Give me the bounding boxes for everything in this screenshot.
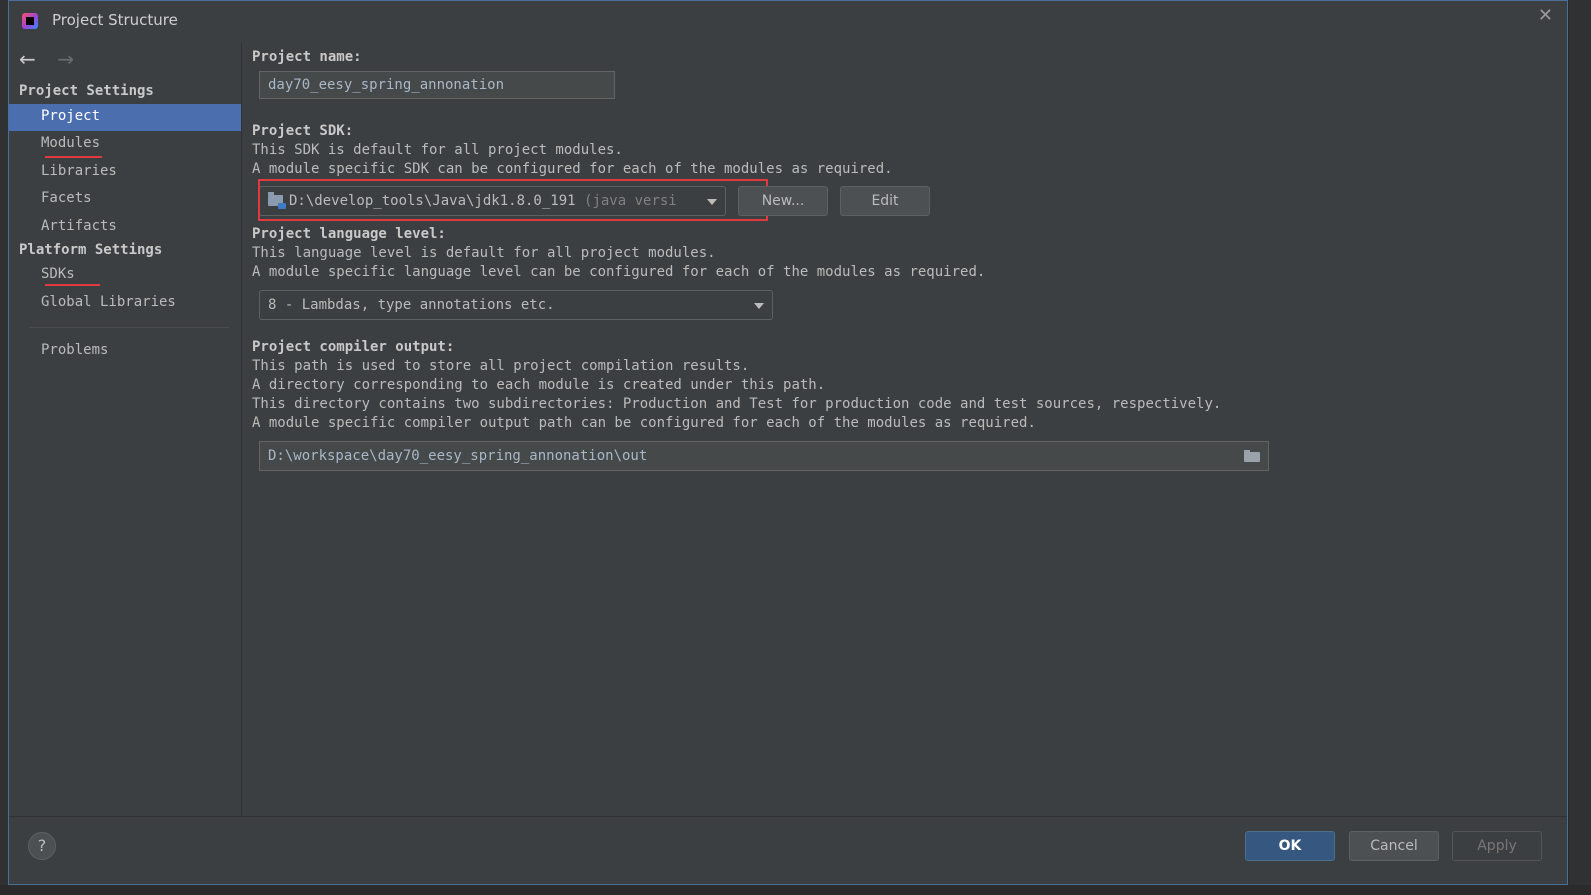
sidebar-item-problems[interactable]: Problems (9, 338, 241, 365)
compiler-output-desc-1: This path is used to store all project c… (252, 358, 750, 374)
chevron-down-icon (754, 303, 764, 309)
modules-underline-annotation (45, 156, 102, 158)
cancel-button[interactable]: Cancel (1349, 831, 1439, 861)
nav-arrows: ← → (19, 47, 86, 77)
language-level-dropdown[interactable]: 8 - Lambdas, type annotations etc. (259, 290, 773, 320)
forward-arrow-icon[interactable]: → (57, 47, 74, 71)
sidebar-item-facets[interactable]: Facets (9, 186, 241, 213)
sidebar-item-modules[interactable]: Modules (9, 131, 241, 158)
compiler-output-path: D:\workspace\day70_eesy_spring_annonatio… (268, 448, 648, 464)
apply-button[interactable]: Apply (1452, 831, 1542, 861)
compiler-output-desc-4: A module specific compiler output path c… (252, 415, 1036, 431)
project-sdk-label: Project SDK: (252, 123, 354, 139)
sidebar-item-libraries[interactable]: Libraries (9, 159, 241, 186)
language-level-value: 8 - Lambdas, type annotations etc. (268, 297, 555, 313)
project-structure-dialog: Project Structure ✕ ← → Project Settings… (8, 0, 1568, 885)
footer-separator (9, 816, 1567, 817)
intellij-app-icon (22, 13, 38, 29)
project-sdk-desc-2: A module specific SDK can be configured … (252, 161, 893, 177)
background-ide-bottom (0, 885, 1591, 895)
language-level-desc-1: This language level is default for all p… (252, 245, 716, 261)
window-title: Project Structure (52, 11, 178, 29)
project-settings-header: Project Settings (19, 83, 154, 99)
language-level-label: Project language level: (252, 226, 446, 242)
project-name-label: Project name: (252, 49, 362, 65)
sdk-highlight-annotation (258, 179, 768, 221)
back-arrow-icon[interactable]: ← (19, 47, 36, 71)
ok-button[interactable]: OK (1245, 831, 1335, 861)
compiler-output-input[interactable]: D:\workspace\day70_eesy_spring_annonatio… (259, 441, 1269, 471)
background-ide-right (1569, 0, 1591, 895)
title-bar[interactable]: Project Structure ✕ (9, 1, 1567, 41)
edit-sdk-button[interactable]: Edit (840, 186, 930, 216)
compiler-output-desc-2: A directory corresponding to each module… (252, 377, 826, 393)
compiler-output-label: Project compiler output: (252, 339, 455, 355)
compiler-output-desc-3: This directory contains two subdirectori… (252, 396, 1222, 412)
background-ide-left (0, 0, 8, 895)
platform-settings-header: Platform Settings (19, 242, 163, 258)
settings-sidebar: ← → Project Settings Project Modules Lib… (9, 43, 242, 816)
sidebar-item-artifacts[interactable]: Artifacts (9, 214, 241, 241)
project-sdk-desc-1: This SDK is default for all project modu… (252, 142, 623, 158)
browse-folder-icon[interactable] (1244, 450, 1260, 462)
help-button[interactable]: ? (28, 832, 56, 860)
language-level-desc-2: A module specific language level can be … (252, 264, 986, 280)
sidebar-item-sdks[interactable]: SDKs (9, 262, 241, 289)
sidebar-separator (29, 327, 229, 328)
project-name-input[interactable]: day70_eesy_spring_annonation (259, 71, 615, 99)
sidebar-item-project[interactable]: Project (9, 104, 241, 131)
close-icon[interactable]: ✕ (1538, 5, 1553, 26)
new-sdk-button[interactable]: New... (738, 186, 828, 216)
sidebar-item-global-libraries[interactable]: Global Libraries (9, 290, 241, 317)
sdks-underline-annotation (45, 284, 100, 286)
